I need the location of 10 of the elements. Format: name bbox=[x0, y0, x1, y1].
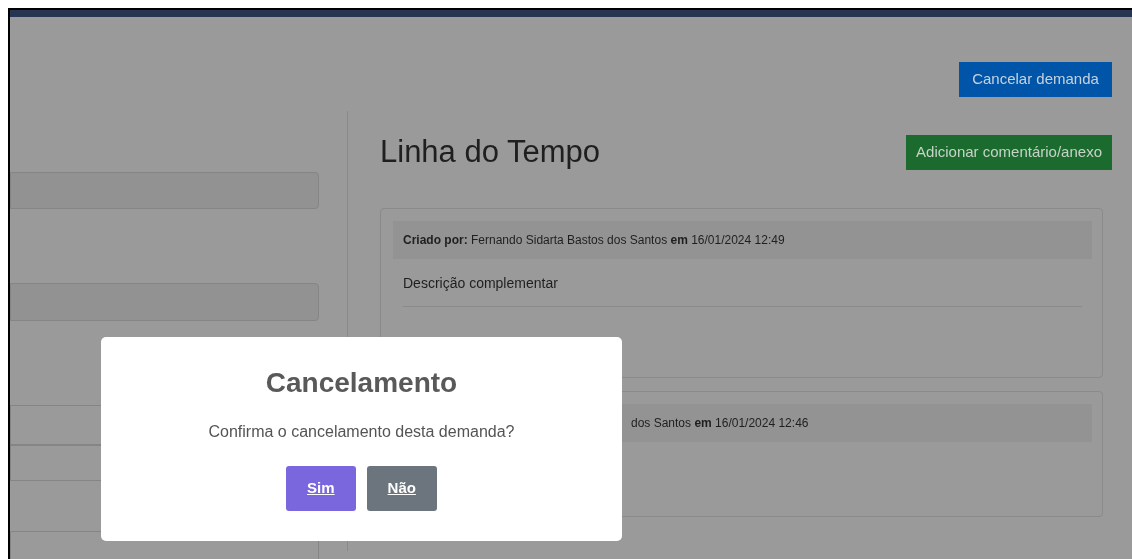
dialog-button[interactable]: Sim bbox=[286, 466, 356, 511]
entry-meta: dos Santos em 16/01/2024 12:46 bbox=[631, 414, 809, 432]
cancel-demand-button[interactable]: Cancelar demanda bbox=[959, 62, 1112, 97]
entry-description: Descrição complementar bbox=[403, 272, 1082, 307]
dialog-title: Cancelamento bbox=[265, 366, 458, 400]
entry-meta: Criado por: Fernando Sidarta Bastos dos Santos em 16/01/2024 12:49 bbox=[403, 231, 785, 249]
timeline-title: Linha do Tempo bbox=[380, 133, 601, 171]
dialog-button[interactable]: Não bbox=[366, 466, 437, 511]
add-comment-button[interactable]: Adicionar comentário/anexo bbox=[906, 134, 1112, 170]
dialog-message: Confirma o cancelamento desta demanda? bbox=[208, 422, 515, 442]
